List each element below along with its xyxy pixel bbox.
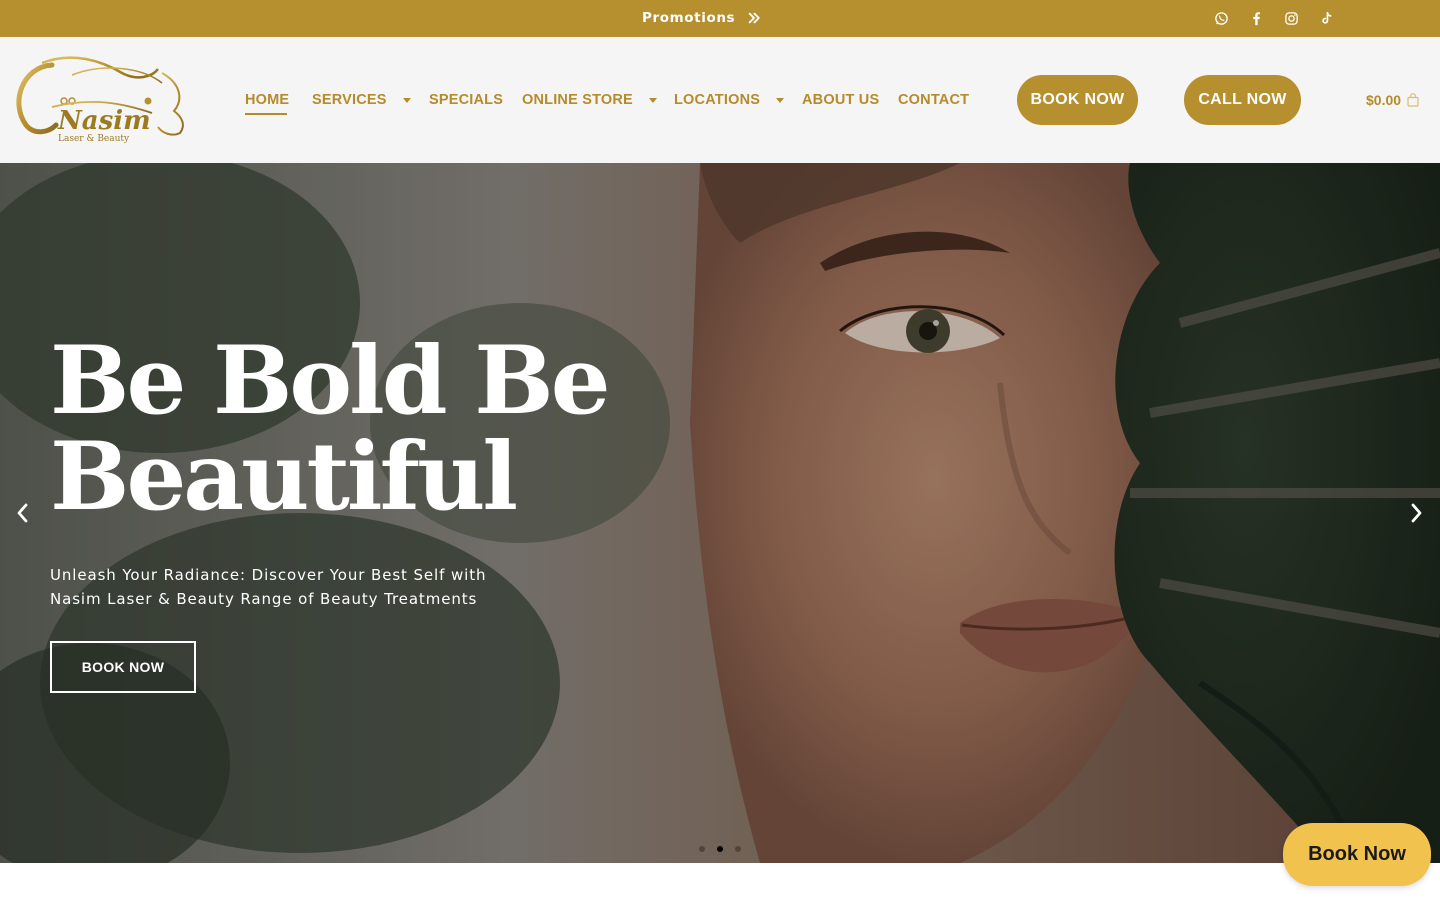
nav-specials[interactable]: SPECIALS: [429, 91, 503, 109]
site-header: Nasim Laser & Beauty HOME SERVICES SPECI…: [0, 37, 1440, 163]
promotions-link[interactable]: Promotions: [642, 9, 761, 27]
chevron-left-icon: [17, 503, 28, 523]
caret-down-icon: [776, 97, 785, 103]
nav-locations-label: LOCATIONS: [674, 92, 761, 108]
hero-subtitle-line1: Unleash Your Radiance: Discover Your Bes…: [50, 566, 487, 584]
nav-online-store[interactable]: ONLINE STORE: [522, 91, 657, 109]
nav-home[interactable]: HOME: [245, 91, 289, 109]
nav-services-label: SERVICES: [312, 92, 387, 108]
nav-locations[interactable]: LOCATIONS: [674, 91, 785, 109]
slider-dot-2[interactable]: [717, 846, 723, 852]
promotions-label: Promotions: [642, 10, 736, 26]
header-book-now-button[interactable]: BOOK NOW: [1017, 75, 1138, 125]
hero-title: Be Bold Be Beautiful: [50, 333, 670, 525]
cart-button[interactable]: $0.00: [1366, 91, 1419, 109]
hero-subtitle-line2: Nasim Laser & Beauty Range of Beauty Tre…: [50, 590, 478, 608]
logo[interactable]: Nasim Laser & Beauty: [12, 53, 192, 147]
floating-book-now-button[interactable]: Book Now: [1283, 823, 1431, 886]
instagram-icon[interactable]: [1282, 9, 1300, 27]
slider-dot-3[interactable]: [735, 846, 741, 852]
nav-specials-label: SPECIALS: [429, 92, 504, 108]
logo-name: Nasim: [57, 106, 151, 136]
nav-about-us-label: ABOUT US: [802, 92, 880, 108]
hero-slider: Be Bold Be Beautiful Unleash Your Radian…: [0, 163, 1440, 863]
slider-prev-button[interactable]: [10, 498, 34, 528]
shopping-bag-icon: [1407, 93, 1419, 107]
promo-bar: Promotions: [0, 0, 1440, 37]
nav-home-label: HOME: [245, 92, 290, 108]
nav-contact-label: CONTACT: [898, 92, 970, 108]
nav-contact[interactable]: CONTACT: [898, 91, 969, 109]
caret-down-icon: [402, 97, 411, 103]
logo-mark: Nasim Laser & Beauty: [16, 56, 184, 144]
chevron-right-icon: [1411, 503, 1422, 523]
cart-total: $0.00: [1366, 92, 1402, 108]
logo-tagline: Laser & Beauty: [58, 134, 130, 144]
slider-dot-1[interactable]: [699, 846, 705, 852]
slider-next-button[interactable]: [1405, 498, 1429, 528]
hero-title-line2: Beautiful: [50, 422, 518, 532]
double-chevron-right-icon: [748, 12, 760, 24]
nav-online-store-label: ONLINE STORE: [522, 92, 633, 108]
hero-title-line1: Be Bold Be: [50, 326, 611, 436]
facebook-icon[interactable]: [1247, 9, 1265, 27]
nav-about-us[interactable]: ABOUT US: [802, 91, 879, 109]
nav-active-underline: [245, 113, 287, 115]
header-call-now-button[interactable]: CALL NOW: [1184, 75, 1301, 125]
caret-down-icon: [648, 97, 657, 103]
hero-book-now-button[interactable]: BOOK NOW: [50, 641, 196, 693]
whatsapp-icon[interactable]: [1212, 9, 1230, 27]
hero-subtitle: Unleash Your Radiance: Discover Your Bes…: [50, 563, 530, 611]
tiktok-icon[interactable]: [1317, 9, 1335, 27]
nav-services[interactable]: SERVICES: [312, 91, 411, 109]
